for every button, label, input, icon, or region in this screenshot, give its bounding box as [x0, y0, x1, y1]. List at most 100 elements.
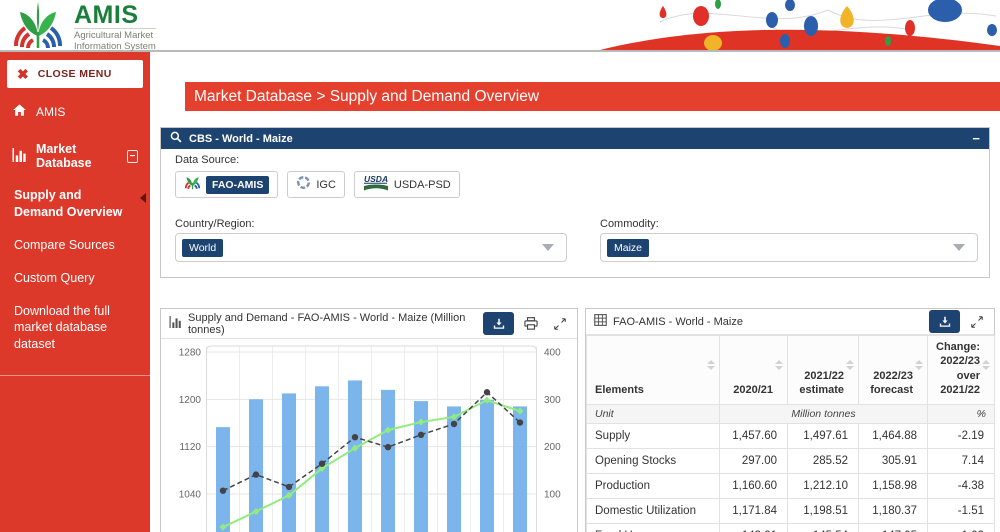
- unit-percent: %: [928, 405, 995, 424]
- svg-text:USDA: USDA: [364, 174, 388, 184]
- cell-value: -1.51: [928, 499, 995, 524]
- cell-value: 143.21: [720, 524, 788, 532]
- unit-label: Unit: [587, 405, 720, 424]
- chart-print-button[interactable]: [519, 312, 543, 335]
- svg-text:1200: 1200: [179, 395, 202, 406]
- commodity-tag: Maize: [607, 239, 649, 257]
- amis-logo[interactable]: AMIS Agricultural Market Information Sys…: [10, 2, 156, 54]
- sidebar-item-amis[interactable]: AMIS: [0, 94, 150, 129]
- sidebar-item-label: Custom Query: [14, 271, 95, 285]
- cell-value: 305.91: [859, 449, 928, 474]
- supply-demand-table-panel: FAO-AMIS - World - Maize Elements 2020/2…: [585, 308, 995, 532]
- cbs-panel-body: Data Source: FAO-AMIS: [161, 149, 989, 277]
- sidebar-item-custom-query[interactable]: Custom Query: [0, 262, 150, 295]
- active-item-arrow-icon: [140, 193, 146, 203]
- cell-value: 1,160.60: [720, 474, 788, 499]
- chart-panel-title: Supply and Demand - FAO-AMIS - World - M…: [188, 312, 477, 336]
- supply-demand-chart-panel: Supply and Demand - FAO-AMIS - World - M…: [160, 308, 578, 532]
- supply-demand-chart: 1280120011201040400300200100: [161, 339, 577, 532]
- sidebar-item-download-dataset[interactable]: Download the full market database datase…: [0, 295, 150, 362]
- source-button-igc[interactable]: IGC: [287, 171, 345, 198]
- search-icon: [170, 130, 182, 148]
- cell-element: Opening Stocks: [587, 449, 720, 474]
- table-expand-button[interactable]: [965, 310, 989, 333]
- close-icon: ✖: [17, 67, 29, 81]
- breadcrumb-text: Market Database > Supply and Demand Over…: [194, 88, 539, 105]
- sidebar-item-label: Download the full market database datase…: [14, 304, 110, 352]
- cell-value: 1,457.60: [720, 424, 788, 449]
- sidebar-item-supply-demand-overview[interactable]: Supply and Demand Overview: [0, 179, 150, 229]
- sidebar: ✖ CLOSE MENU AMIS Market Database − Supp…: [0, 52, 150, 532]
- data-source-buttons: FAO-AMIS IGC USDA: [175, 171, 460, 198]
- cell-element: Domestic Utilization: [587, 499, 720, 524]
- sidebar-item-compare-sources[interactable]: Compare Sources: [0, 229, 150, 262]
- amis-logo-icon: [10, 2, 66, 54]
- sort-icon: [707, 360, 715, 370]
- column-header-elements[interactable]: Elements: [587, 336, 720, 405]
- usda-logo-icon: USDA: [363, 174, 389, 196]
- table-row: Domestic Utilization1,171.841,198.511,18…: [587, 499, 995, 524]
- chevron-down-icon: [953, 244, 965, 251]
- bar-chart-icon: [12, 148, 27, 165]
- column-header-2021-22[interactable]: 2021/22 estimate: [788, 336, 859, 405]
- country-region-select[interactable]: World: [175, 233, 567, 262]
- svg-text:1280: 1280: [179, 348, 202, 359]
- cell-value: 1.03: [928, 524, 995, 532]
- sd-table-body: Supply1,457.601,497.611,464.88-2.19Openi…: [587, 424, 995, 532]
- close-menu-button[interactable]: ✖ CLOSE MENU: [7, 60, 143, 88]
- cell-value: 7.14: [928, 449, 995, 474]
- cbs-filter-panel: CBS - World - Maize − Data Source:: [160, 127, 990, 278]
- sort-icon: [982, 360, 990, 370]
- svg-text:200: 200: [544, 442, 561, 453]
- sidebar-item-market-database[interactable]: Market Database −: [0, 129, 150, 179]
- source-label: IGC: [316, 179, 336, 191]
- unit-row: Unit Million tonnes %: [587, 405, 995, 424]
- cell-value: 1,212.10: [788, 474, 859, 499]
- table-row: Opening Stocks297.00285.52305.917.14: [587, 449, 995, 474]
- source-button-usda-psd[interactable]: USDA USDA-PSD: [354, 171, 460, 198]
- cell-value: 285.52: [788, 449, 859, 474]
- cell-value: 1,464.88: [859, 424, 928, 449]
- chart-panel-header: Supply and Demand - FAO-AMIS - World - M…: [161, 309, 577, 339]
- svg-text:1120: 1120: [179, 442, 201, 453]
- column-header-2022-23[interactable]: 2022/23 forecast: [859, 336, 928, 405]
- table-row: Food Use143.21145.54147.051.03: [587, 524, 995, 532]
- fao-amis-logo-icon: [184, 174, 201, 195]
- table-panel-title: FAO-AMIS - World - Maize: [613, 316, 743, 328]
- data-source-label: Data Source:: [175, 154, 239, 166]
- column-header-2020-21[interactable]: 2020/21: [720, 336, 788, 405]
- table-download-button[interactable]: [929, 310, 960, 333]
- country-region-label: Country/Region:: [175, 218, 255, 230]
- table-header-row: Elements 2020/21 2021/22 estimate 2022/2…: [587, 336, 995, 405]
- sort-icon: [846, 360, 854, 370]
- home-icon: [12, 103, 27, 120]
- commodity-label: Commodity:: [600, 218, 659, 230]
- cell-value: 147.05: [859, 524, 928, 532]
- sort-icon: [915, 360, 923, 370]
- commodity-select[interactable]: Maize: [600, 233, 978, 262]
- sidebar-item-label: Supply and Demand Overview: [14, 188, 122, 219]
- chart-icon: [169, 315, 182, 333]
- svg-text:100: 100: [544, 489, 561, 500]
- cell-value: 1,180.37: [859, 499, 928, 524]
- table-row: Supply1,457.601,497.611,464.88-2.19: [587, 424, 995, 449]
- unit-tonnes: Million tonnes: [720, 405, 928, 424]
- collapse-section-icon[interactable]: −: [127, 150, 138, 163]
- amis-logo-text: AMIS Agricultural Market Information Sys…: [74, 2, 156, 52]
- top-header: AMIS Agricultural Market Information Sys…: [0, 0, 1000, 52]
- cell-element: Supply: [587, 424, 720, 449]
- chevron-down-icon: [542, 244, 554, 251]
- source-button-fao-amis[interactable]: FAO-AMIS: [175, 171, 278, 198]
- logo-title: AMIS: [74, 2, 156, 28]
- breadcrumb: Market Database > Supply and Demand Over…: [185, 82, 1000, 111]
- cell-element: Production: [587, 474, 720, 499]
- chart-expand-button[interactable]: [548, 312, 572, 335]
- source-label: USDA-PSD: [394, 179, 451, 191]
- collapse-panel-icon[interactable]: −: [972, 134, 980, 144]
- country-tag: World: [182, 239, 223, 257]
- source-label: FAO-AMIS: [206, 176, 269, 194]
- chart-download-button[interactable]: [483, 312, 514, 335]
- sidebar-item-label: Market Database: [36, 142, 118, 170]
- column-header-change[interactable]: Change: 2022/23 over 2021/22: [928, 336, 995, 405]
- table-icon: [594, 313, 607, 331]
